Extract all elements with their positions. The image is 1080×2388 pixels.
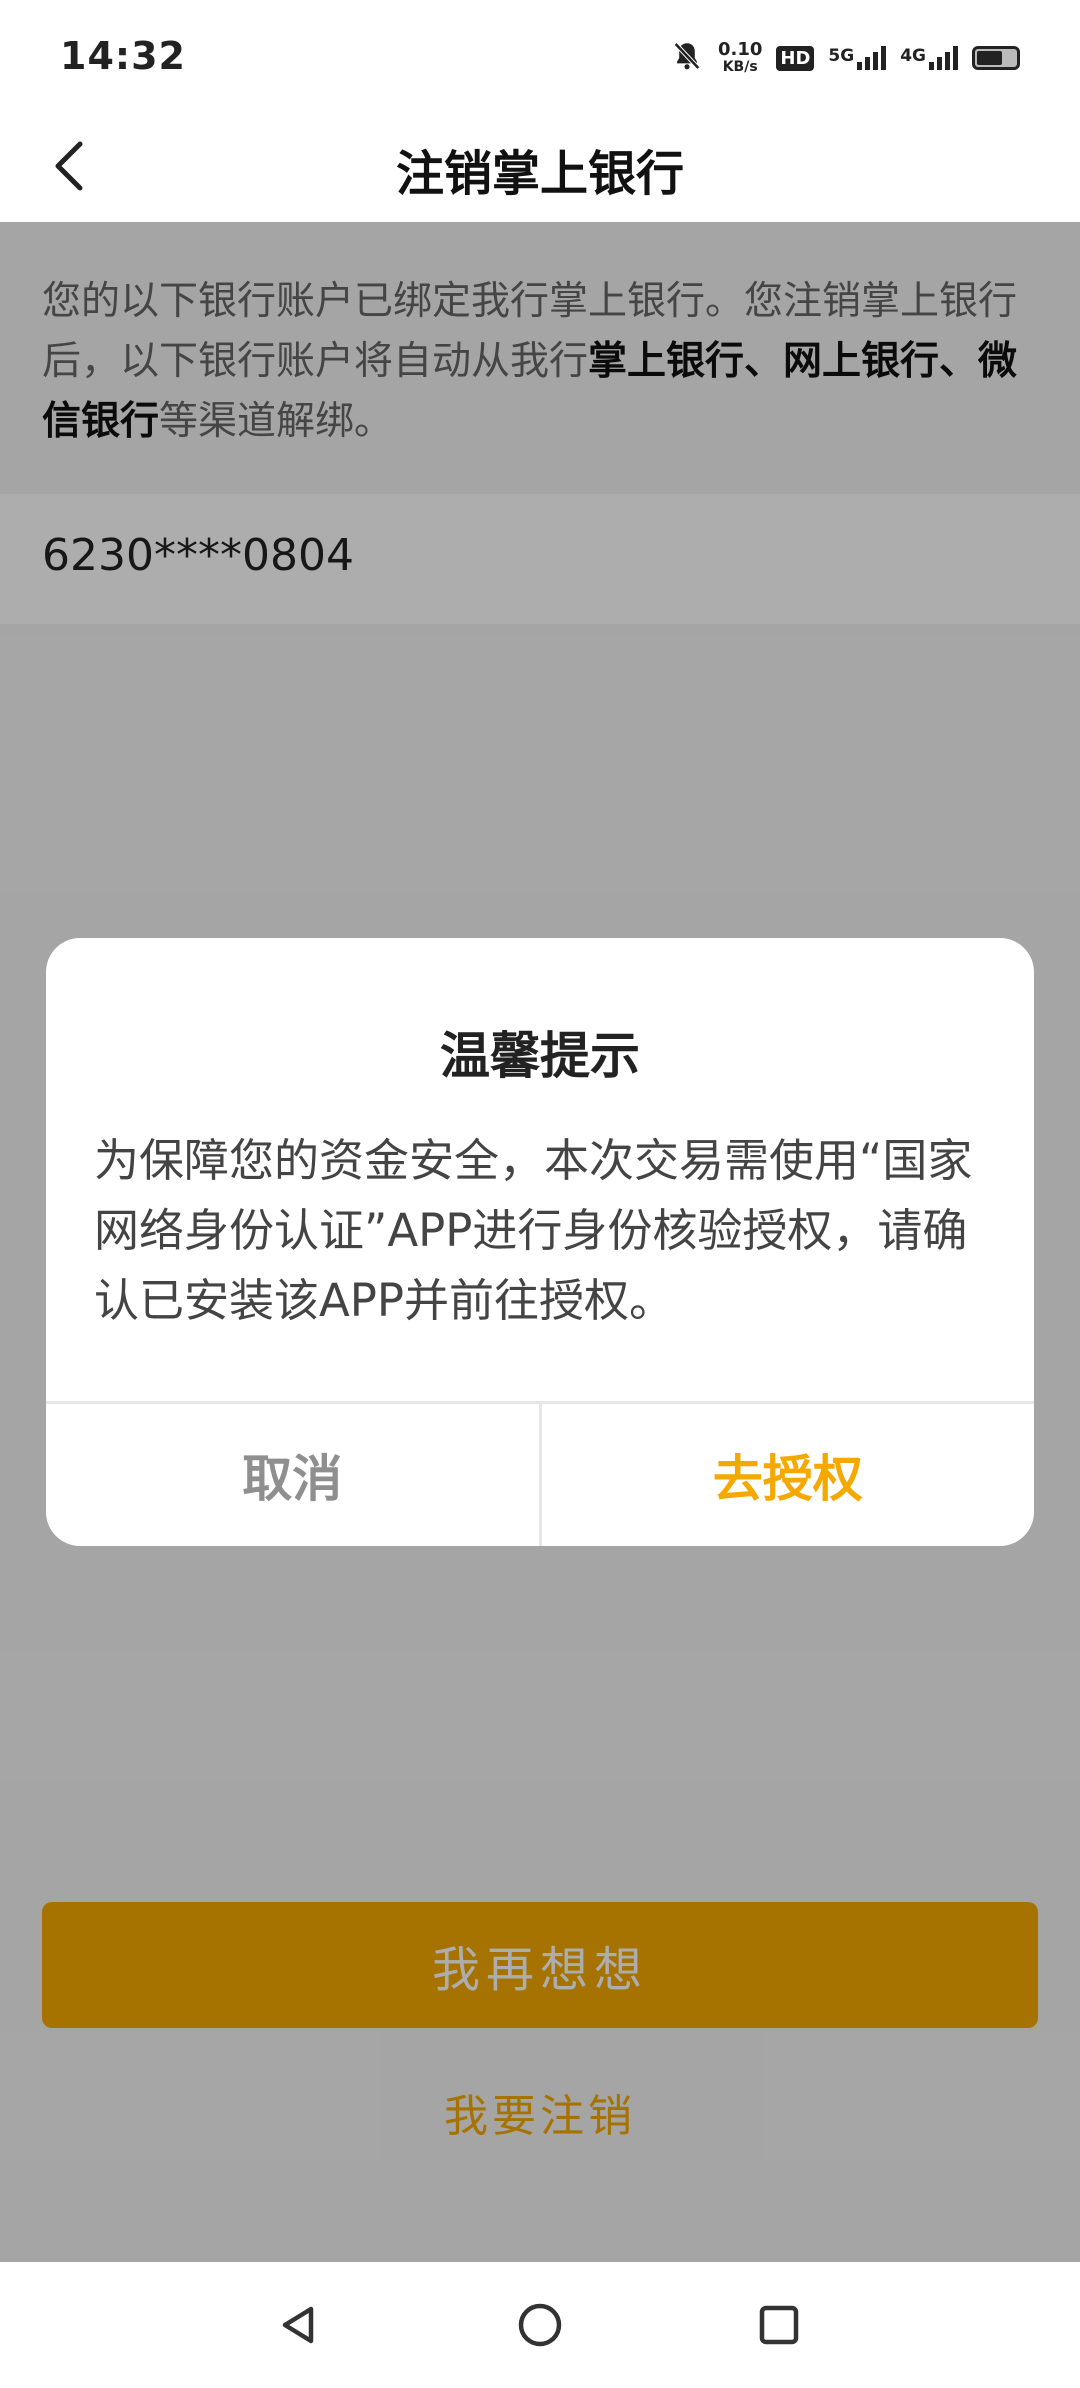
system-recent-button[interactable] [746,2292,812,2358]
signal-bars-icon [929,46,958,70]
sim1-signal: 5G [828,46,887,70]
system-nav-bar [0,2262,1080,2388]
dialog-message: 为保障您的资金安全，本次交易需使用“国家网络身份认证”APP进行身份核验授权，请… [94,1134,973,1327]
nav-bar: 注销掌上银行 [0,110,1080,222]
dialog-actions: 取消 去授权 [46,1401,1034,1546]
dialog-authorize-button[interactable]: 去授权 [542,1404,1035,1546]
status-bar: 14:32 0.10 KB/s HD 5G 4G [0,0,1080,110]
system-back-button[interactable] [266,2292,332,2358]
page-title: 注销掌上银行 [395,146,684,202]
dialog-cancel-button[interactable]: 取消 [46,1404,542,1546]
battery-icon [972,46,1020,70]
sim1-network-label: 5G [828,46,855,66]
speed-unit: KB/s [722,59,758,75]
speed-value: 0.10 [717,39,763,60]
signal-bars-icon [857,46,887,70]
triangle-back-icon [282,2306,314,2344]
status-icons: 0.10 KB/s HD 5G 4G [670,36,1020,80]
sim2-signal: 4G [900,46,958,70]
authorization-dialog: 温馨提示 为保障您的资金安全，本次交易需使用“国家网络身份认证”APP进行身份核… [46,938,1034,1546]
square-recent-icon [759,2305,799,2345]
status-time: 14:32 [60,34,186,78]
sim2-network-label: 4G [900,46,926,66]
dialog-title: 温馨提示 [440,1027,640,1085]
screen: 14:32 0.10 KB/s HD 5G 4G 注销掌上银行 您的以下银行账户… [0,0,1080,2388]
hd-badge: HD [776,45,815,71]
system-home-button[interactable] [507,2292,573,2358]
bell-off-icon [670,39,704,77]
circle-home-icon [518,2303,562,2347]
network-speed: 0.10 KB/s [717,39,763,76]
